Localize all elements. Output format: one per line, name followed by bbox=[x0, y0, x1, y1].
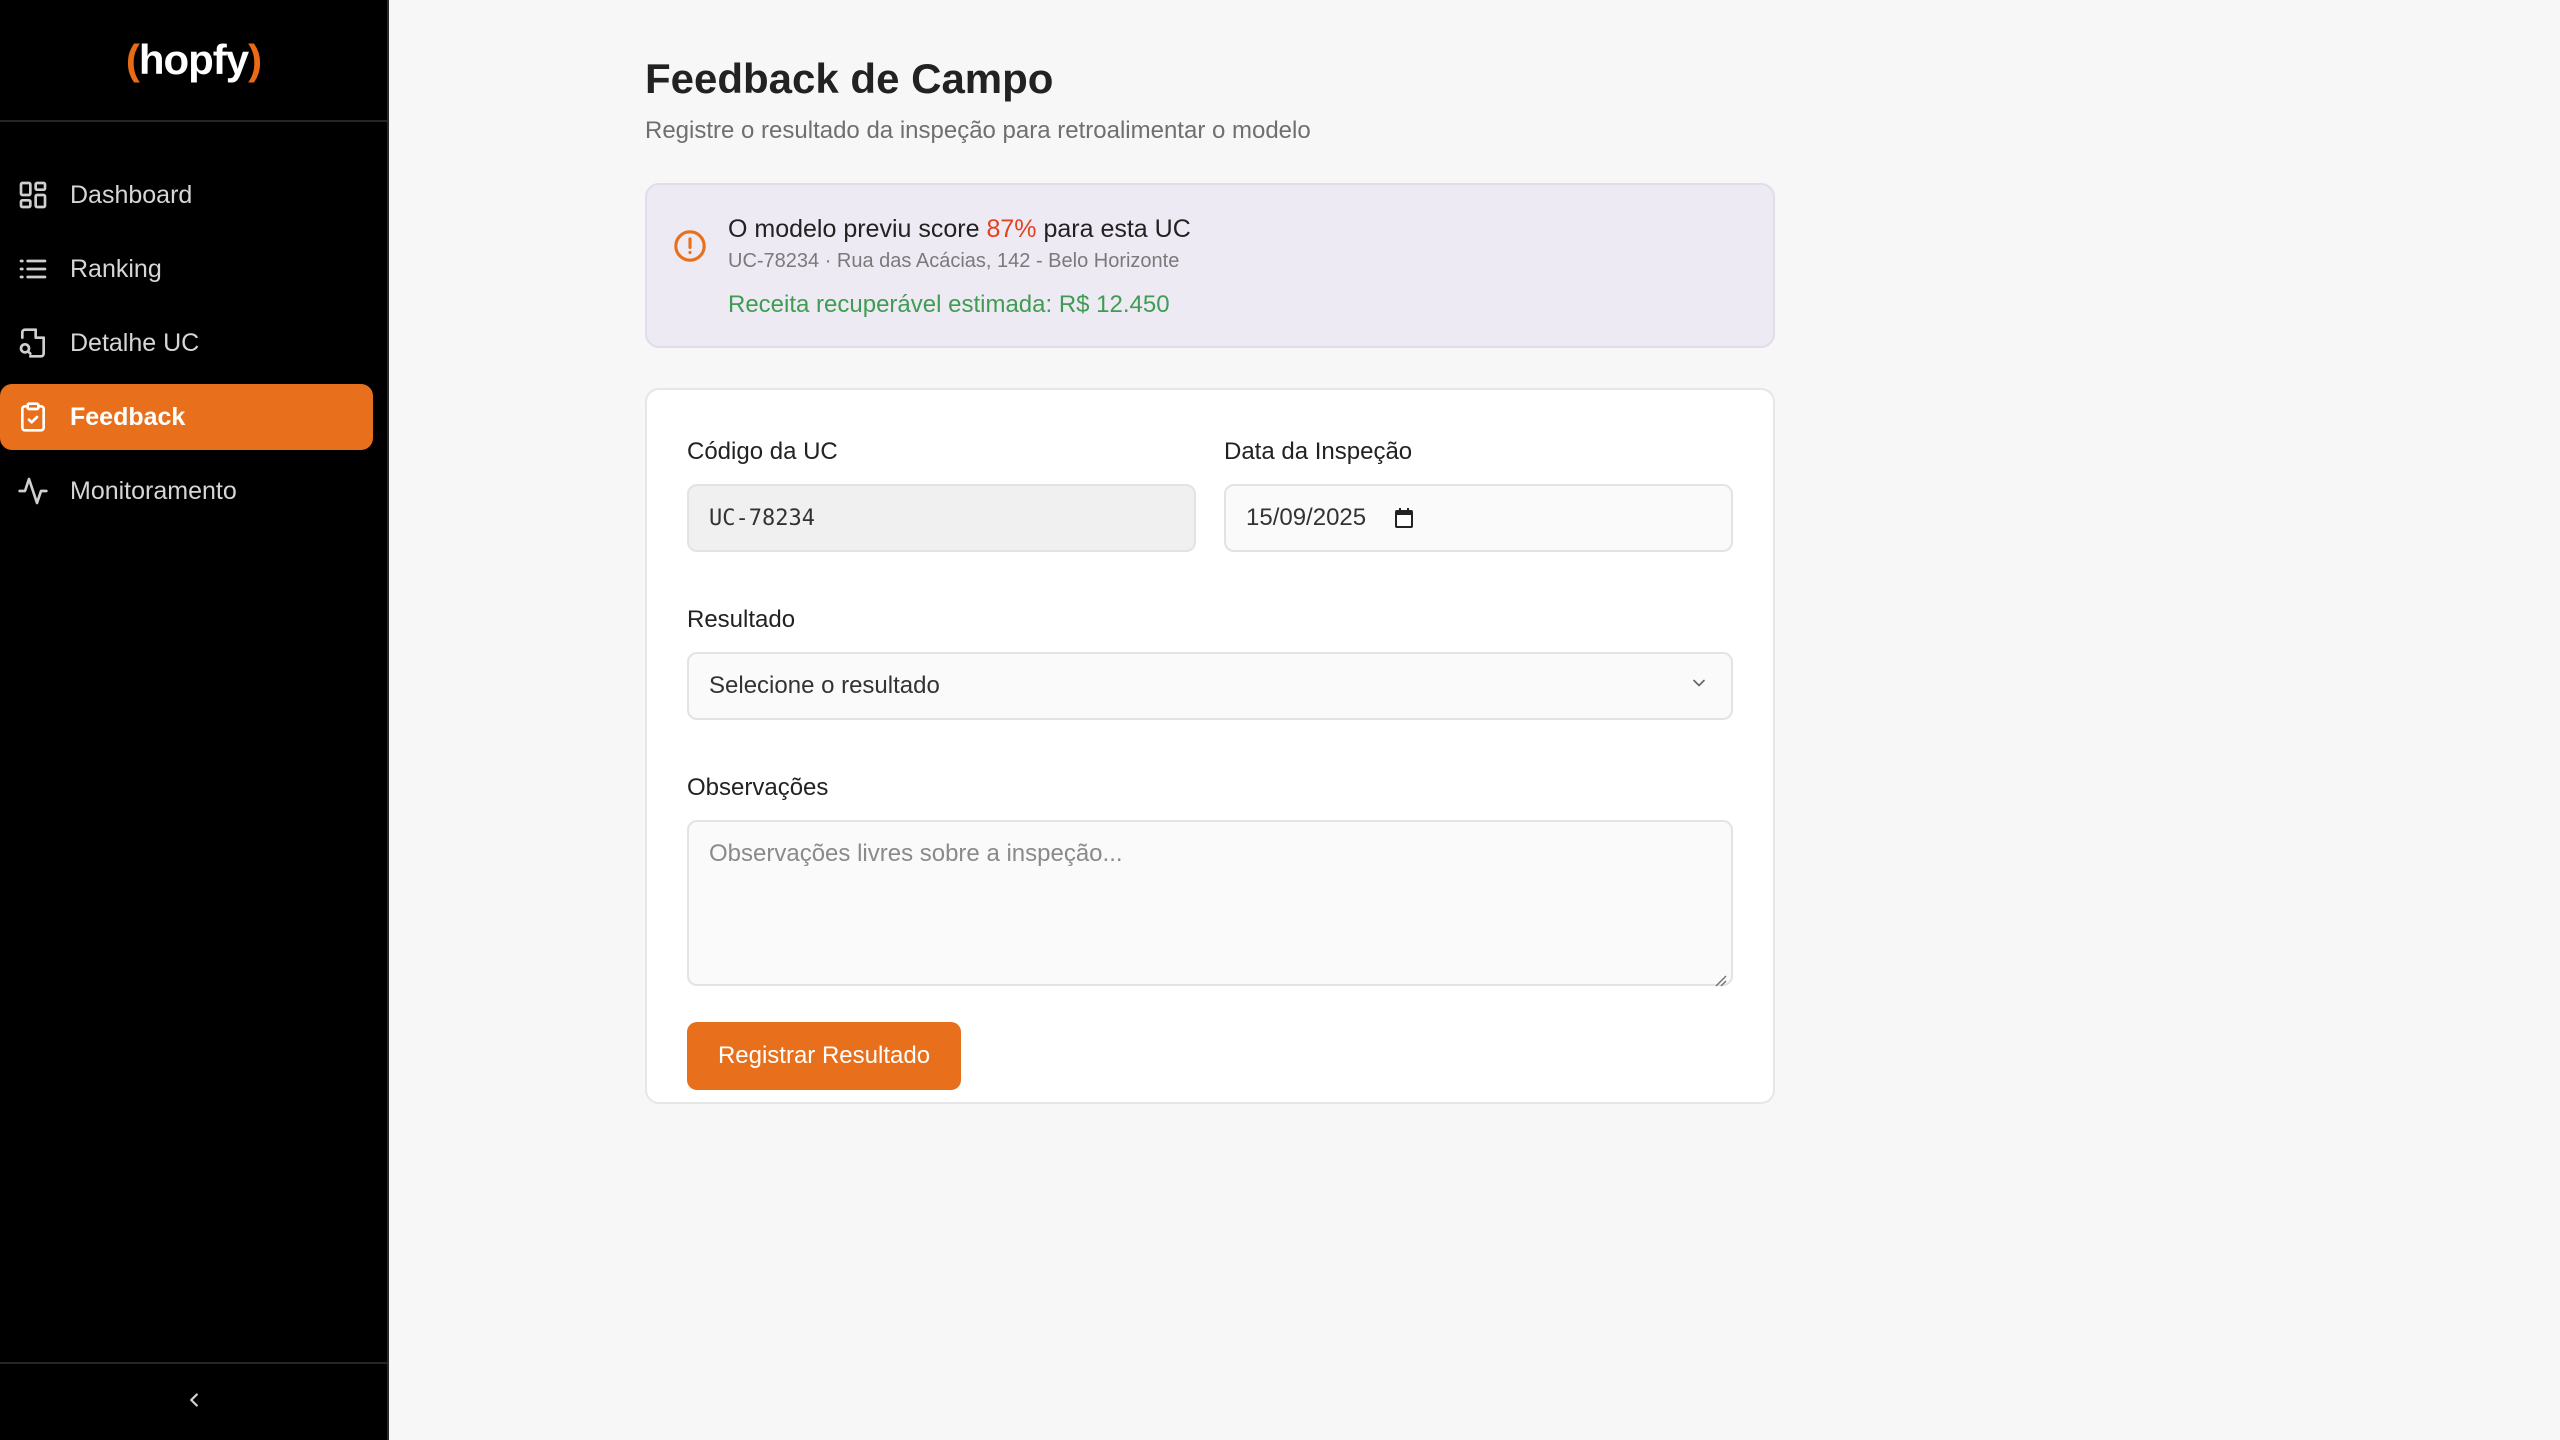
sidebar-item-dashboard[interactable]: Dashboard bbox=[0, 162, 373, 228]
inspection-date-label: Data da Inspeção bbox=[1224, 438, 1413, 465]
sidebar-item-ranking[interactable]: Ranking bbox=[0, 236, 373, 302]
clipboard-check-icon bbox=[16, 400, 50, 434]
sidebar-item-label: Ranking bbox=[70, 254, 162, 283]
uc-code-input: UC-78234 bbox=[687, 484, 1196, 552]
alert-message: O modelo previu score 87% para esta UC bbox=[728, 215, 1191, 243]
notes-textarea[interactable]: Observações livres sobre a inspeção... bbox=[687, 820, 1733, 987]
submit-result-button[interactable]: Registrar Resultado bbox=[687, 1022, 961, 1090]
result-label: Resultado bbox=[687, 606, 796, 633]
sidebar-collapse-button[interactable] bbox=[0, 1362, 387, 1440]
inspection-date-input[interactable]: 15/09/2025 bbox=[1224, 484, 1733, 552]
chevron-left-icon bbox=[183, 1389, 205, 1416]
grid-icon bbox=[16, 178, 50, 212]
alert-circle-icon bbox=[673, 229, 707, 263]
result-select[interactable]: Selecione o resultado bbox=[687, 652, 1733, 720]
sidebar-item-label: Monitoramento bbox=[70, 476, 237, 505]
sidebar-item-label: Feedback bbox=[70, 402, 186, 431]
main-content: Feedback de Campo Registre o resultado d… bbox=[645, 0, 1775, 1104]
sidebar: (hopfy) Dashboard Ranking Detalhe UC Fee… bbox=[0, 0, 389, 1440]
list-icon bbox=[16, 252, 50, 286]
feedback-form: Código da UC UC-78234 Data da Inspeção 1… bbox=[645, 388, 1775, 1104]
sidebar-item-monitoramento[interactable]: Monitoramento bbox=[0, 458, 373, 524]
sidebar-nav: Dashboard Ranking Detalhe UC Feedback Mo… bbox=[0, 122, 387, 524]
uc-code-label: Código da UC bbox=[687, 438, 838, 465]
notes-label: Observações bbox=[687, 774, 829, 801]
prediction-alert: O modelo previu score 87% para esta UC U… bbox=[645, 183, 1775, 348]
brand-logo[interactable]: (hopfy) bbox=[0, 0, 387, 122]
chevron-down-icon bbox=[1689, 672, 1709, 700]
resize-handle-icon[interactable] bbox=[1713, 966, 1727, 987]
alert-details: UC-78234 · Rua das Acácias, 142 - Belo H… bbox=[728, 250, 1180, 272]
score-value: 87% bbox=[986, 215, 1037, 243]
sidebar-item-feedback[interactable]: Feedback bbox=[0, 384, 373, 450]
alert-revenue: Receita recuperável estimada: R$ 12.450 bbox=[728, 291, 1170, 318]
page-title: Feedback de Campo bbox=[645, 55, 1054, 102]
page-subtitle: Registre o resultado da inspeção para re… bbox=[645, 117, 1311, 144]
calendar-icon[interactable] bbox=[1392, 506, 1416, 530]
document-search-icon bbox=[16, 326, 50, 360]
sidebar-item-label: Detalhe UC bbox=[70, 328, 200, 357]
sidebar-item-detalhe-uc[interactable]: Detalhe UC bbox=[0, 310, 373, 376]
activity-icon bbox=[16, 474, 50, 508]
sidebar-item-label: Dashboard bbox=[70, 180, 193, 209]
